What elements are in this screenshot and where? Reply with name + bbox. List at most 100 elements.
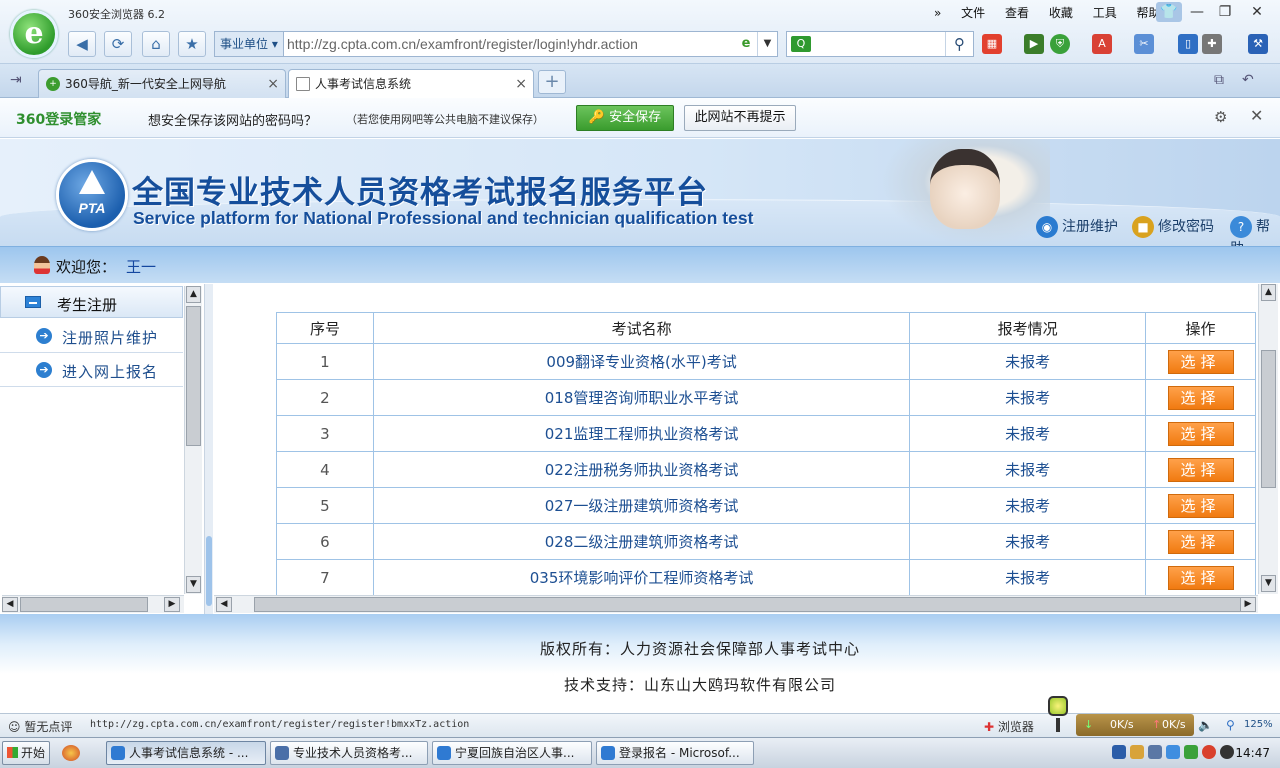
search-input[interactable]: Q ⚲ (786, 31, 974, 57)
taskbar-item-professional-exam[interactable]: 专业技术人员资格考... (270, 741, 428, 765)
register-maintenance-link[interactable]: ◉ 注册维护 (1036, 216, 1118, 238)
tab-360-navigation[interactable]: + 360导航_新一代安全上网导航 × (38, 69, 286, 98)
browser-mode[interactable]: ✚ 浏览器 (984, 718, 1034, 735)
taskbar-item-ningxia[interactable]: 宁夏回族自治区人事... (432, 741, 592, 765)
change-password-link[interactable]: ■ 修改密码 (1132, 216, 1214, 238)
apps-icon[interactable]: ▦ (982, 34, 1002, 54)
wrench-icon[interactable]: ⚒ (1248, 34, 1268, 54)
content-vertical-scrollbar[interactable]: ▲ ▼ (1258, 284, 1278, 594)
security-shield-icon[interactable]: ⛨ (1050, 34, 1070, 54)
scroll-left-arrow[interactable]: ◀ (216, 597, 232, 612)
select-button[interactable]: 选择 (1167, 493, 1234, 518)
t-icon[interactable] (1220, 745, 1234, 759)
security-icon[interactable] (1202, 745, 1216, 759)
table-row: 3 021监理工程师执业资格考试 未报考 选择 (276, 415, 1256, 452)
minimize-button[interactable]: — (1184, 2, 1210, 22)
address-dropdown-button[interactable]: ▼ (757, 32, 777, 56)
favorites-star-button[interactable]: ★ (178, 31, 206, 57)
sidebar-item-online-registration[interactable]: ➔ 进入网上报名 (0, 353, 183, 387)
splitter-handle[interactable] (206, 536, 212, 606)
sidebar-vertical-scrollbar[interactable]: ▲ ▼ (184, 286, 202, 594)
network-speed-widget[interactable]: ↓ 0K/s ↑ 0K/s (1076, 714, 1194, 736)
scroll-down-arrow[interactable]: ▼ (1261, 575, 1276, 592)
collapse-icon[interactable] (25, 296, 41, 308)
street-lamp-icon (1044, 692, 1072, 732)
gamepad-icon[interactable]: ✚ (1202, 34, 1222, 54)
undo-close-icon[interactable]: ↶ (1242, 72, 1254, 88)
skin-icon[interactable]: 👕 (1156, 2, 1182, 22)
scroll-up-arrow[interactable]: ▲ (1261, 284, 1276, 301)
sidebar-toggle-icon[interactable]: ⇥ (10, 72, 22, 88)
menu-favorites[interactable]: 收藏 (1049, 4, 1073, 21)
taskbar-item-exam-system[interactable]: 人事考试信息系统 - ... (106, 741, 266, 765)
select-button[interactable]: 选择 (1167, 565, 1234, 590)
scroll-left-arrow[interactable]: ◀ (2, 597, 18, 612)
address-url-input[interactable]: http://zg.cpta.com.cn/examfront/register… (287, 32, 638, 56)
translate-icon[interactable]: A (1092, 34, 1112, 54)
arrow-right-icon: ➔ (36, 328, 52, 344)
scroll-thumb[interactable] (20, 597, 148, 612)
update-icon[interactable] (1166, 745, 1180, 759)
menu-tools[interactable]: 工具 (1093, 4, 1117, 21)
menu-file[interactable]: 文件 (961, 4, 985, 21)
content-horizontal-scrollbar[interactable]: ◀ ▶ (214, 595, 1258, 613)
key-icon: 🔑 (588, 110, 606, 125)
select-button[interactable]: 选择 (1167, 421, 1234, 446)
quick-launch-icon[interactable] (62, 745, 80, 761)
address-category-dropdown[interactable]: 事业单位 ▾ (215, 32, 284, 56)
taskbar-item-login-register[interactable]: 登录报名 - Microsof... (596, 741, 754, 765)
never-prompt-button[interactable]: 此网站不再提示 (684, 105, 796, 131)
back-button[interactable]: ◀ (68, 31, 96, 57)
refresh-button[interactable]: ⟳ (104, 31, 132, 57)
screenshot-icon[interactable]: ✂ (1134, 34, 1154, 54)
scroll-right-arrow[interactable]: ▶ (164, 597, 180, 612)
media-icon[interactable]: ▶ (1024, 34, 1044, 54)
user-tray-icon[interactable] (1130, 745, 1144, 759)
select-button[interactable]: 选择 (1167, 349, 1234, 374)
ie-icon (601, 746, 615, 760)
menu-more-icon[interactable]: » (934, 6, 941, 20)
mobile-icon[interactable]: ▯ (1178, 34, 1198, 54)
menu-view[interactable]: 查看 (1005, 4, 1029, 21)
frame-splitter[interactable] (204, 284, 213, 614)
network-icon[interactable] (1148, 745, 1162, 759)
sidebar-item-photo-maintenance[interactable]: ➔ 注册照片维护 (0, 319, 183, 353)
select-button[interactable]: 选择 (1167, 529, 1234, 554)
select-button[interactable]: 选择 (1167, 385, 1234, 410)
row-seq: 2 (276, 379, 374, 416)
home-button[interactable]: ⌂ (142, 31, 170, 57)
select-button[interactable]: 选择 (1167, 457, 1234, 482)
scroll-thumb[interactable] (186, 306, 201, 446)
site-rating[interactable]: ☺ 暂无点评 (8, 718, 72, 735)
clock[interactable]: 14:47 (1235, 746, 1270, 760)
tab-exam-system[interactable]: 人事考试信息系统 × (288, 69, 534, 98)
close-window-button[interactable]: ✕ (1244, 2, 1270, 22)
gear-icon[interactable]: ⚙ (1214, 108, 1227, 126)
new-tab-button[interactable]: + (538, 70, 566, 94)
scroll-right-arrow[interactable]: ▶ (1240, 597, 1256, 612)
tab-close-icon[interactable]: × (515, 70, 527, 98)
search-icon[interactable]: ⚲ (945, 32, 973, 56)
tab-close-icon[interactable]: × (267, 70, 279, 98)
zoom-level[interactable]: 125% (1244, 719, 1273, 730)
shield-icon[interactable] (1184, 745, 1198, 759)
restore-button[interactable]: ❐ (1212, 2, 1238, 22)
site-rating-label: 暂无点评 (24, 720, 73, 734)
sidebar-section-candidate-registration[interactable]: 考生注册 (0, 286, 183, 318)
start-button[interactable]: 开始 (2, 741, 50, 765)
close-icon[interactable]: ✕ (1250, 106, 1263, 125)
zoom-icon[interactable]: ⚲ (1226, 718, 1235, 732)
ime-icon[interactable] (1112, 745, 1126, 759)
scroll-thumb[interactable] (254, 597, 1242, 612)
ie-mode-icon[interactable]: e (737, 35, 755, 53)
password-save-question: 想安全保存该网站的密码吗？ (148, 114, 318, 129)
address-bar[interactable]: 事业单位 ▾ http://zg.cpta.com.cn/examfront/r… (214, 31, 778, 57)
search-engine-icon[interactable]: Q (791, 36, 811, 52)
scroll-down-arrow[interactable]: ▼ (186, 576, 201, 593)
restore-tab-icon[interactable]: ⧉ (1214, 72, 1224, 88)
sidebar-horizontal-scrollbar[interactable]: ◀ ▶ (2, 595, 184, 613)
volume-icon[interactable]: 🔈 (1198, 718, 1213, 732)
safe-save-button[interactable]: 🔑 安全保存 (576, 105, 674, 131)
scroll-up-arrow[interactable]: ▲ (186, 286, 201, 303)
scroll-thumb[interactable] (1261, 350, 1276, 488)
